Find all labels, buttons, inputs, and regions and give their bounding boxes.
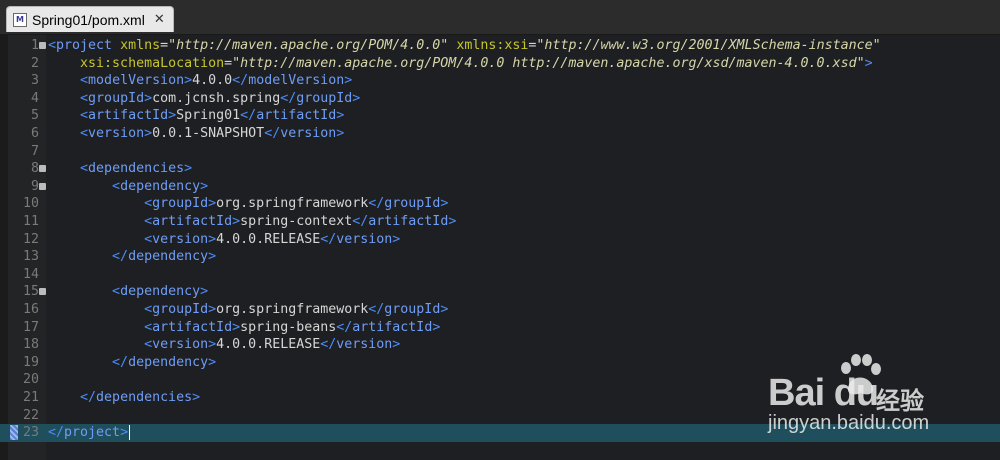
xml-file-icon: M (13, 12, 27, 27)
line-number: 22 (22, 407, 39, 423)
code-text: <groupId>org.springframework</groupId> (144, 302, 449, 317)
line-number: 18 (22, 337, 39, 353)
code-text: <dependencies> (80, 161, 193, 177)
code-line[interactable]: 16 <groupId>org.springframework</groupId… (0, 301, 1000, 319)
line-number: 10 (22, 196, 39, 212)
code-text: <dependency> (112, 178, 209, 194)
code-line[interactable]: 7 (0, 143, 1000, 161)
code-line[interactable]: 12 <version>4.0.0.RELEASE</version> (0, 231, 1000, 249)
fold-toggle-icon[interactable] (39, 42, 46, 49)
code-text: <dependency> (112, 284, 209, 300)
code-text: <groupId>com.jcnsh.spring</groupId> (80, 90, 361, 106)
code-text: <version>0.0.1-SNAPSHOT</version> (80, 126, 345, 141)
code-text: <groupId>org.springframework</groupId> (144, 196, 449, 212)
line-number: 7 (30, 143, 39, 159)
baidu-watermark: Bai du 经验 jingyan.baidu.com (758, 348, 1000, 452)
line-number: 6 (30, 126, 39, 141)
tab-pom-xml[interactable]: M Spring01/pom.xml ✕ (6, 6, 174, 32)
fold-toggle-icon[interactable] (39, 288, 46, 296)
code-line[interactable]: 15 <dependency> (0, 283, 1000, 301)
line-number: 12 (22, 231, 39, 247)
code-line[interactable]: 13 </dependency> (0, 248, 1000, 266)
watermark-url: jingyan.baidu.com (768, 412, 930, 434)
code-line[interactable]: 6 <version>0.0.1-SNAPSHOT</version> (0, 125, 1000, 143)
fold-toggle-icon[interactable] (39, 182, 46, 190)
code-text: <artifactId>spring-context</artifactId> (144, 214, 457, 229)
code-text: <version>4.0.0.RELEASE</version> (144, 337, 401, 353)
code-line[interactable]: 1 <project xmlns="http://maven.apache.org… (0, 37, 1000, 55)
editor-tab-bar: M Spring01/pom.xml ✕ (0, 0, 1000, 35)
code-line[interactable]: 11 <artifactId>spring-context</artifactI… (0, 213, 1000, 231)
code-text: xsi:schemaLocation="http://maven.apache.… (80, 55, 873, 71)
line-number: 16 (22, 302, 39, 317)
code-line[interactable]: 5 <artifactId>Spring01</artifactId> (0, 107, 1000, 125)
code-text: <artifactId>spring-beans</artifactId> (144, 319, 441, 335)
line-number: 4 (30, 90, 39, 106)
line-number: 11 (22, 214, 39, 229)
code-line[interactable]: 17 <artifactId>spring-beans</artifactId> (0, 319, 1000, 337)
line-number: 20 (22, 372, 39, 388)
code-text: <version>4.0.0.RELEASE</version> (144, 231, 401, 247)
line-number: 13 (22, 249, 39, 265)
code-text: </project> (48, 424, 131, 441)
line-number: 9 (30, 178, 39, 194)
line-number: 1 (30, 38, 39, 53)
code-line[interactable]: 3 <modelVersion>4.0.0</modelVersion> (0, 72, 1000, 90)
code-text: </dependency> (112, 354, 217, 370)
code-line[interactable]: 10 <groupId>org.springframework</groupId… (0, 195, 1000, 213)
line-number: 2 (30, 55, 39, 71)
fold-toggle-icon[interactable] (39, 165, 46, 173)
code-text: <project xmlns="http://maven.apache.org/… (48, 38, 881, 53)
line-number: 5 (30, 108, 39, 124)
code-text: </dependencies> (80, 390, 201, 405)
line-number: 15 (22, 284, 39, 300)
code-line[interactable]: 9 <dependency> (0, 178, 1000, 196)
line-number: 8 (30, 161, 39, 177)
watermark-cn: 经验 (876, 387, 924, 415)
line-number: 23 (22, 425, 39, 441)
code-line[interactable]: 2 xsi:schemaLocation="http://maven.apach… (0, 55, 1000, 73)
code-line[interactable]: 14 (0, 266, 1000, 284)
line-number: 21 (22, 390, 39, 405)
code-text: <modelVersion>4.0.0</modelVersion> (80, 73, 353, 89)
code-line[interactable]: 8 <dependencies> (0, 160, 1000, 178)
line-number: 19 (22, 354, 39, 370)
code-text: <artifactId>Spring01</artifactId> (80, 108, 345, 124)
close-icon[interactable]: ✕ (154, 12, 165, 27)
line-number: 17 (22, 319, 39, 335)
tab-title: Spring01/pom.xml (32, 11, 145, 28)
line-number: 14 (22, 266, 39, 282)
code-line[interactable]: 4 <groupId>com.jcnsh.spring</groupId> (0, 90, 1000, 108)
code-text: </dependency> (112, 249, 217, 265)
line-number: 3 (30, 73, 39, 89)
